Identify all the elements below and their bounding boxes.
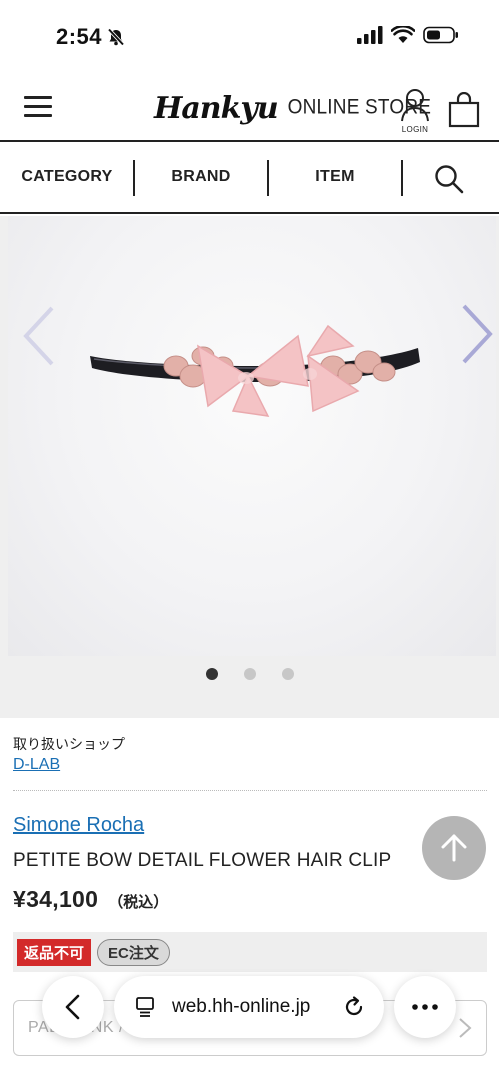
search-icon[interactable] (434, 164, 464, 194)
shop-link[interactable]: D-LAB (13, 756, 60, 774)
carousel-next-arrow-icon[interactable] (456, 302, 496, 366)
arrow-up-icon (441, 834, 467, 862)
browser-back-button[interactable] (42, 976, 104, 1038)
site-logo[interactable]: Hankyu ONLINE STORE (154, 86, 431, 130)
hair-clip-illustration (90, 324, 420, 417)
site-header: Hankyu ONLINE STORE LOGIN (0, 72, 499, 142)
shopping-bag-icon[interactable] (448, 92, 480, 128)
user-icon (401, 89, 429, 122)
browser-more-button[interactable] (394, 976, 456, 1038)
nav-item[interactable]: ITEM (269, 142, 401, 212)
carousel-dot[interactable] (281, 668, 294, 680)
badge-row: 返品不可 EC注文 (13, 932, 487, 972)
more-options-icon (412, 1004, 438, 1010)
product-price: ¥34,100 (13, 886, 99, 912)
chevron-right-icon (459, 1018, 472, 1038)
nav-brand[interactable]: BRAND (135, 142, 267, 212)
scroll-to-top-button[interactable] (422, 816, 486, 880)
nav-category[interactable]: CATEGORY (0, 142, 134, 212)
login-button[interactable]: LOGIN (400, 88, 430, 134)
login-label: LOGIN (401, 125, 429, 134)
no-return-badge: 返品不可 (17, 938, 92, 966)
battery-icon (423, 26, 458, 44)
product-image-carousel[interactable] (0, 216, 499, 718)
carousel-dot[interactable] (243, 668, 256, 680)
tax-note: （税込） (108, 894, 169, 911)
nav-divider (401, 160, 403, 196)
url-bar[interactable]: web.hh-online.jp (114, 976, 384, 1038)
brand-link[interactable]: Simone Rocha (13, 814, 144, 837)
hamburger-menu-icon[interactable] (24, 96, 52, 118)
logo-script: Hankyu (154, 90, 279, 126)
url-text: web.hh-online.jp (172, 996, 311, 1017)
wifi-icon (391, 26, 415, 43)
reload-icon[interactable] (342, 995, 366, 1019)
bell-off-icon (107, 28, 125, 46)
carousel-prev-arrow-icon[interactable] (20, 304, 60, 368)
category-nav: CATEGORY BRAND ITEM (0, 142, 499, 214)
shop-label: 取り扱いショップ (13, 736, 125, 752)
carousel-pagination (0, 668, 499, 680)
tab-overview-icon (136, 997, 154, 1017)
carousel-dot[interactable] (205, 668, 218, 680)
status-bar: 2:54 (0, 0, 499, 72)
price-row: ¥34,100 （税込） (13, 886, 168, 913)
product-name: PETITE BOW DETAIL FLOWER HAIR CLIP (13, 850, 392, 871)
status-indicators (357, 26, 459, 44)
chevron-left-icon (65, 994, 80, 1020)
status-time: 2:54 (56, 24, 103, 49)
cellular-signal-icon (357, 26, 383, 44)
ec-order-badge: EC注文 (97, 938, 170, 966)
product-photo (8, 216, 496, 656)
divider (13, 790, 487, 791)
